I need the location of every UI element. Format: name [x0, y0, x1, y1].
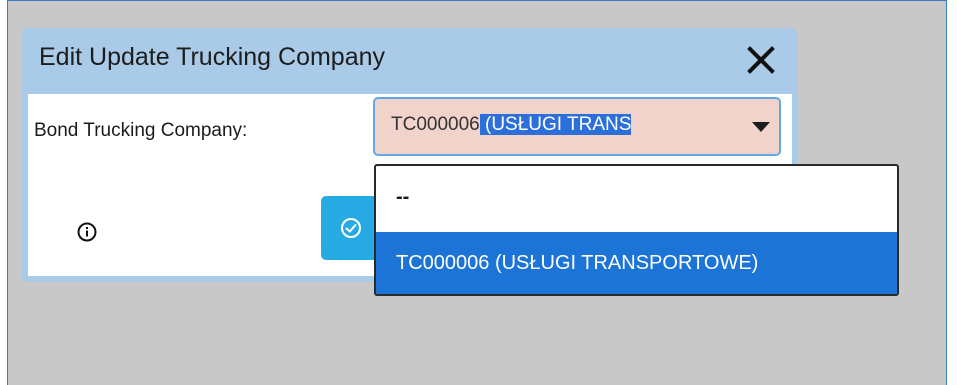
bond-trucking-company-label: Bond Trucking Company:	[34, 120, 248, 141]
close-button[interactable]	[741, 40, 781, 80]
dropdown-option-tc000006[interactable]: TC000006 (USŁUGI TRANSPORTOWE)	[376, 232, 897, 294]
bond-trucking-company-select[interactable]: TC000006 (USŁUGI TRANS	[373, 97, 781, 156]
trucking-company-dropdown-list: -- TC000006 (USŁUGI TRANSPORTOWE)	[374, 164, 899, 296]
dropdown-option-label: TC000006 (USŁUGI TRANSPORTOWE)	[396, 252, 759, 274]
dropdown-option-empty[interactable]: --	[376, 166, 897, 228]
dialog-title: Edit Update Trucking Company	[39, 43, 386, 71]
select-value-code: TC000006	[391, 114, 480, 135]
dropdown-option-label: --	[396, 186, 410, 208]
select-current-value: TC000006 (USŁUGI TRANS	[391, 114, 729, 136]
check-circle-icon	[341, 218, 361, 238]
close-icon	[747, 46, 775, 74]
caret-down-icon	[752, 122, 770, 132]
select-value-highlighted: (USŁUGI TRANS	[479, 114, 632, 135]
info-icon[interactable]	[76, 221, 98, 243]
